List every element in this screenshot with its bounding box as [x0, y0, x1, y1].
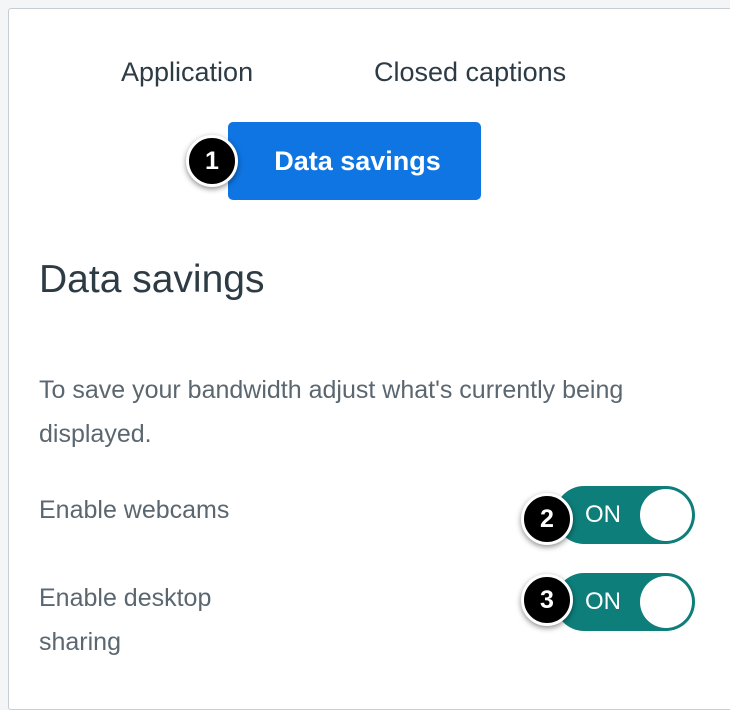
- tab-application[interactable]: Application: [121, 57, 253, 88]
- toggle-state-text: ON: [585, 501, 621, 528]
- tab-data-savings-label: Data savings: [274, 145, 441, 176]
- toggle-knob: [640, 576, 692, 628]
- callout-badge-2: 2: [521, 493, 573, 545]
- callout-badge-1: 1: [186, 135, 238, 187]
- tab-data-savings[interactable]: Data savings: [228, 122, 481, 200]
- enable-desktop-sharing-toggle[interactable]: ON: [555, 573, 695, 631]
- section-description: To save your bandwidth adjust what's cur…: [39, 376, 624, 448]
- enable-webcams-toggle[interactable]: ON: [555, 486, 695, 544]
- toggle-state-text: ON: [585, 588, 621, 615]
- tab-closed-captions[interactable]: Closed captions: [374, 57, 566, 88]
- callout-badge-3: 3: [521, 574, 573, 626]
- section-title: Data savings: [39, 258, 265, 301]
- enable-desktop-sharing-label: Enable desktop sharing: [39, 584, 212, 656]
- enable-webcams-label: Enable webcams: [39, 496, 230, 524]
- toggle-knob: [640, 489, 692, 541]
